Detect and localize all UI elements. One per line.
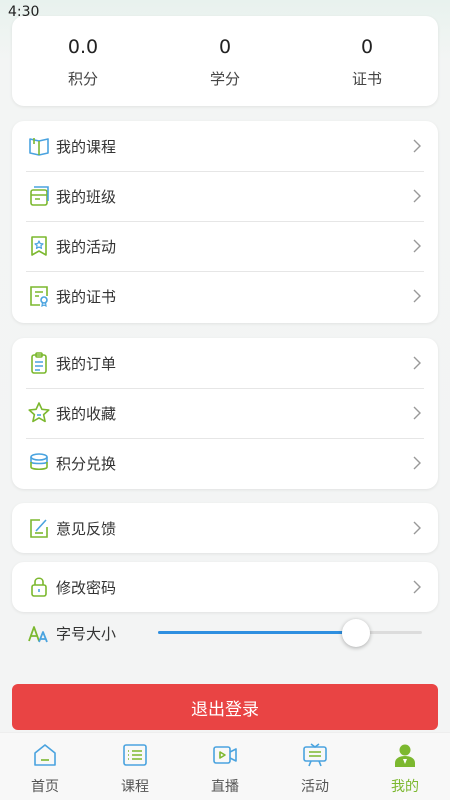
- menu-item-my-orders[interactable]: 我的订单: [12, 338, 438, 388]
- logout-button[interactable]: 退出登录: [12, 684, 438, 730]
- menu-item-my-activities[interactable]: 我的活动: [12, 221, 438, 271]
- tab-home[interactable]: 首页: [0, 733, 90, 800]
- menu-label: 我的订单: [56, 354, 117, 373]
- stat-value: 0: [360, 36, 374, 58]
- menu-item-points-exchange[interactable]: 积分兑换: [12, 438, 438, 488]
- activity-board-icon: [302, 742, 328, 772]
- menu-group-learning: 我的课程 我的班级 我的活动 我的证书: [12, 121, 438, 323]
- feedback-icon: [26, 515, 52, 541]
- menu-item-my-favorites[interactable]: 我的收藏: [12, 388, 438, 438]
- chevron-right-icon: [412, 405, 424, 421]
- stats-card: 0.0 积分 0 学分 0 证书: [12, 16, 438, 106]
- menu-item-my-classes[interactable]: 我的班级: [12, 171, 438, 221]
- font-size-slider[interactable]: [158, 619, 422, 647]
- menu-label: 我的班级: [56, 187, 117, 206]
- font-size-row: 字号大小: [12, 614, 438, 652]
- live-video-icon: [212, 742, 238, 772]
- stat-value: 0.0: [67, 36, 99, 58]
- home-icon: [32, 742, 58, 772]
- menu-label: 积分兑换: [56, 454, 117, 473]
- stat-label: 证书: [351, 70, 382, 88]
- font-size-icon: [26, 620, 52, 646]
- tab-label: 我的: [391, 779, 419, 795]
- menu-group-account: 我的订单 我的收藏 积分兑换: [12, 338, 438, 489]
- chevron-right-icon: [412, 520, 424, 536]
- menu-item-my-certificates[interactable]: 我的证书: [12, 271, 438, 321]
- slider-thumb[interactable]: [342, 619, 370, 647]
- menu-group-password: 修改密码: [12, 562, 438, 612]
- tab-mine[interactable]: 我的: [360, 733, 450, 800]
- stat-certificates[interactable]: 0 证书: [296, 16, 438, 106]
- tab-label: 首页: [31, 779, 59, 795]
- chevron-right-icon: [412, 455, 424, 471]
- stat-value: 0: [218, 36, 232, 58]
- menu-label: 意见反馈: [56, 519, 117, 538]
- chevron-right-icon: [412, 579, 424, 595]
- menu-item-change-password[interactable]: 修改密码: [12, 562, 438, 612]
- lock-icon: [26, 574, 52, 600]
- chevron-right-icon: [412, 138, 424, 154]
- order-icon: [26, 350, 52, 376]
- star-icon: [26, 400, 52, 426]
- menu-item-my-courses[interactable]: 我的课程: [12, 121, 438, 171]
- tab-label: 活动: [301, 779, 329, 795]
- menu-label: 我的课程: [56, 137, 117, 156]
- certificate-icon: [26, 283, 52, 309]
- chevron-right-icon: [412, 238, 424, 254]
- slider-fill: [158, 631, 356, 634]
- coins-icon: [26, 450, 52, 476]
- menu-label: 我的活动: [56, 237, 117, 256]
- course-list-icon: [122, 742, 148, 772]
- chevron-right-icon: [412, 355, 424, 371]
- profile-icon: [392, 742, 418, 772]
- tab-courses[interactable]: 课程: [90, 733, 180, 800]
- tab-live[interactable]: 直播: [180, 733, 270, 800]
- activity-icon: [26, 233, 52, 259]
- stat-points[interactable]: 0.0 积分: [12, 16, 154, 106]
- class-icon: [26, 183, 52, 209]
- stat-label: 积分: [67, 70, 98, 88]
- tab-label: 直播: [211, 779, 239, 795]
- book-icon: [26, 133, 52, 159]
- menu-label: 我的收藏: [56, 404, 117, 423]
- menu-group-feedback: 意见反馈: [12, 503, 438, 553]
- menu-item-feedback[interactable]: 意见反馈: [12, 503, 438, 553]
- tab-label: 课程: [121, 779, 149, 795]
- bottom-tab-bar: 首页 课程 直播 活动 我的: [0, 732, 450, 800]
- menu-label: 我的证书: [56, 287, 117, 306]
- chevron-right-icon: [412, 288, 424, 304]
- tab-activities[interactable]: 活动: [270, 733, 360, 800]
- stat-credits[interactable]: 0 学分: [154, 16, 296, 106]
- menu-label: 修改密码: [56, 578, 117, 597]
- chevron-right-icon: [412, 188, 424, 204]
- stat-label: 学分: [209, 70, 240, 88]
